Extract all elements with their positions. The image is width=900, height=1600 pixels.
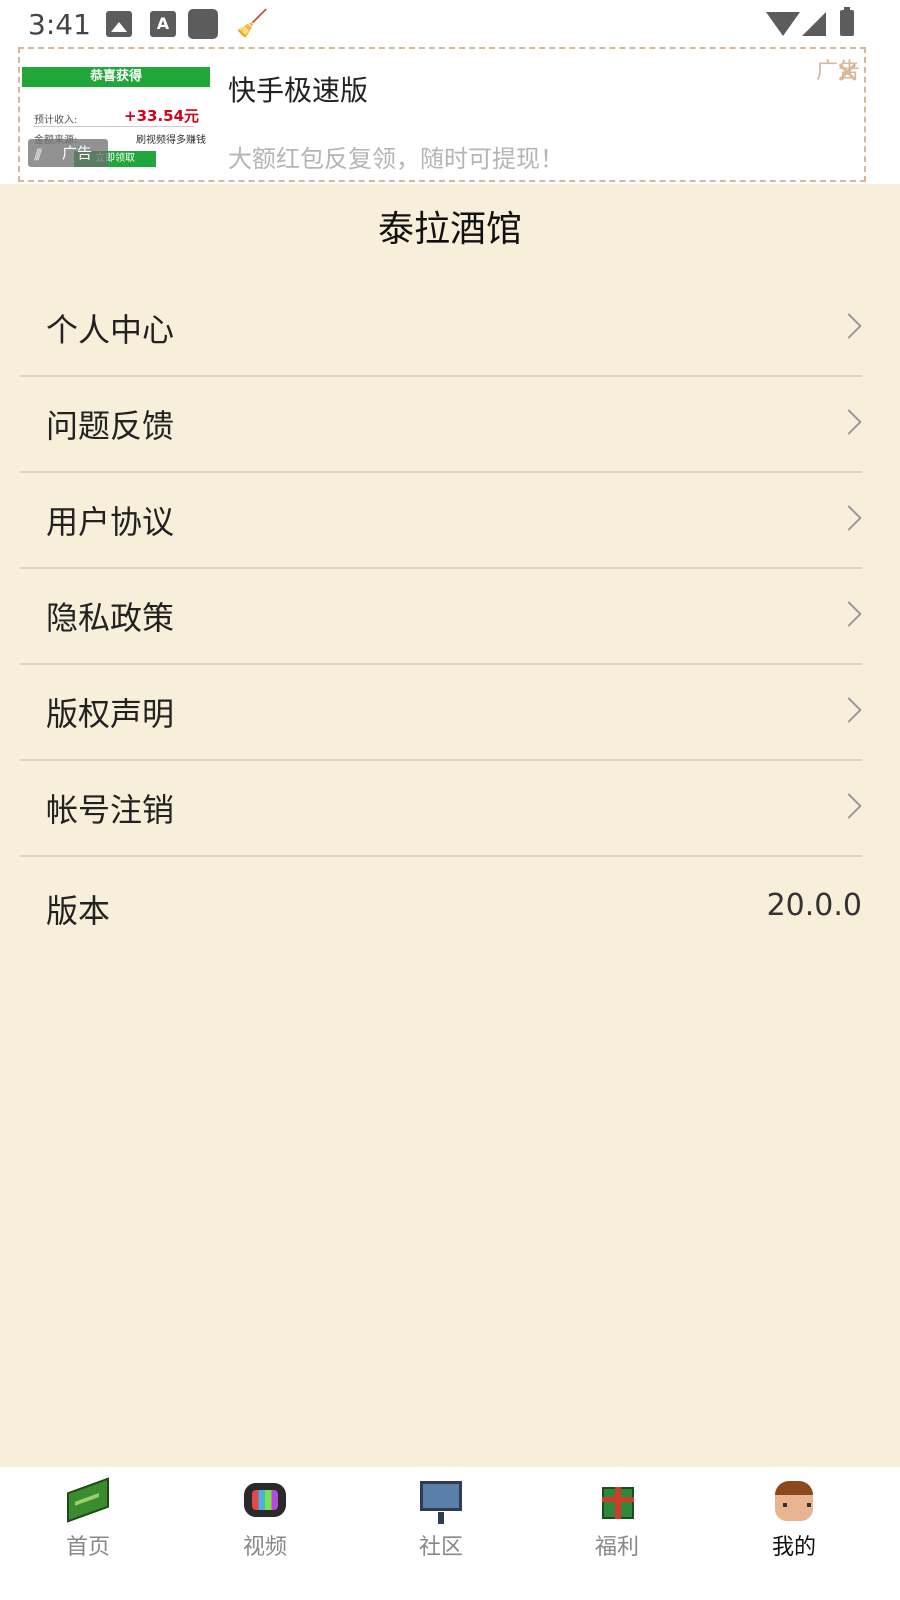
- chevron-right-icon: [836, 697, 862, 723]
- menu-item-label: 用户协议: [46, 503, 175, 541]
- book-icon: [65, 1477, 111, 1523]
- version-value: 20.0.0: [766, 888, 862, 923]
- ad-image-header: 恭喜获得: [22, 67, 210, 87]
- tab-label: 我的: [771, 1535, 816, 1560]
- tab-mine[interactable]: 我的: [744, 1479, 844, 1589]
- menu-list: 个人中心 问题反馈 用户协议 隐私政策 版权声明 帐号注销: [20, 281, 862, 857]
- app-screen: 3:41 A 🧹 恭喜获得 预计收入: +33.54元 金额来源: 刷视频得多赚…: [0, 0, 900, 1600]
- font-icon: A: [150, 11, 176, 37]
- ad-image-amount: +33.54元: [124, 107, 200, 125]
- gift-icon: [594, 1479, 640, 1523]
- status-bar: 3:41 A 🧹: [0, 0, 900, 48]
- tab-community[interactable]: 社区: [391, 1479, 491, 1589]
- chevron-right-icon: [836, 793, 862, 819]
- menu-item-label: 问题反馈: [46, 407, 175, 445]
- signal-icon: [802, 12, 826, 36]
- ad-image-divider: [34, 126, 194, 127]
- chevron-right-icon: [836, 505, 862, 531]
- ad-image[interactable]: 恭喜获得 预计收入: +33.54元 金额来源: 刷视频得多赚钱 立即领取 //…: [22, 67, 210, 175]
- ad-description[interactable]: 大额红包反复领，随时可提现！: [228, 139, 564, 174]
- chevron-right-icon: [836, 601, 862, 627]
- menu-item-copyright[interactable]: 版权声明: [20, 665, 862, 761]
- photo-icon: [106, 11, 132, 37]
- menu-item-label: 隐私政策: [46, 599, 175, 637]
- chevron-right-icon: [836, 313, 862, 339]
- menu-item-personal-center[interactable]: 个人中心: [20, 281, 862, 377]
- tab-welfare[interactable]: 福利: [567, 1479, 667, 1589]
- chevron-right-icon: [836, 409, 862, 435]
- ad-logo-icon: ///: [34, 147, 42, 163]
- tab-label: 社区: [418, 1535, 463, 1560]
- tv-icon: [242, 1479, 288, 1523]
- tab-video[interactable]: 视频: [215, 1479, 315, 1589]
- menu-item-label: 帐号注销: [46, 791, 175, 829]
- ad-tag-badge: /// 广告: [28, 139, 108, 167]
- avatar-icon: [771, 1479, 817, 1523]
- version-label: 版本: [46, 892, 111, 930]
- square-icon: [188, 9, 218, 39]
- battery-icon: [840, 7, 854, 36]
- ad-image-row2b: 刷视频得多赚钱: [136, 135, 206, 146]
- bottom-nav: 首页 视频 社区 福利 我的: [0, 1466, 900, 1600]
- page-title: 泰拉酒馆: [377, 209, 522, 250]
- menu-item-label: 个人中心: [46, 311, 175, 349]
- ad-title[interactable]: 快手极速版: [228, 69, 368, 109]
- wifi-icon: [766, 12, 800, 36]
- broom-icon: 🧹: [236, 9, 269, 39]
- menu-item-user-agreement[interactable]: 用户协议: [20, 473, 862, 569]
- ad-tag-label: 广告: [62, 144, 93, 162]
- tab-label: 福利: [594, 1535, 639, 1560]
- menu-item-privacy-policy[interactable]: 隐私政策: [20, 569, 862, 665]
- tab-home[interactable]: 首页: [38, 1477, 138, 1589]
- menu-item-account-deletion[interactable]: 帐号注销: [20, 761, 862, 857]
- menu-item-label: 版权声明: [46, 695, 175, 733]
- ad-image-row1: 预计收入:: [34, 115, 78, 126]
- menu-item-feedback[interactable]: 问题反馈: [20, 377, 862, 473]
- status-time: 3:41: [28, 8, 91, 41]
- version-row: 版本 20.0.0: [20, 858, 862, 954]
- tab-label: 视频: [242, 1535, 287, 1560]
- main-content: 泰拉酒馆 个人中心 问题反馈 用户协议 隐私政策 版权声明 帐号注销 版本 20…: [0, 184, 900, 1466]
- ad-close-icon[interactable]: ✕: [835, 59, 860, 89]
- board-icon: [418, 1479, 464, 1524]
- ad-banner[interactable]: 恭喜获得 预计收入: +33.54元 金额来源: 刷视频得多赚钱 立即领取 //…: [18, 47, 866, 182]
- tab-label: 首页: [65, 1535, 110, 1560]
